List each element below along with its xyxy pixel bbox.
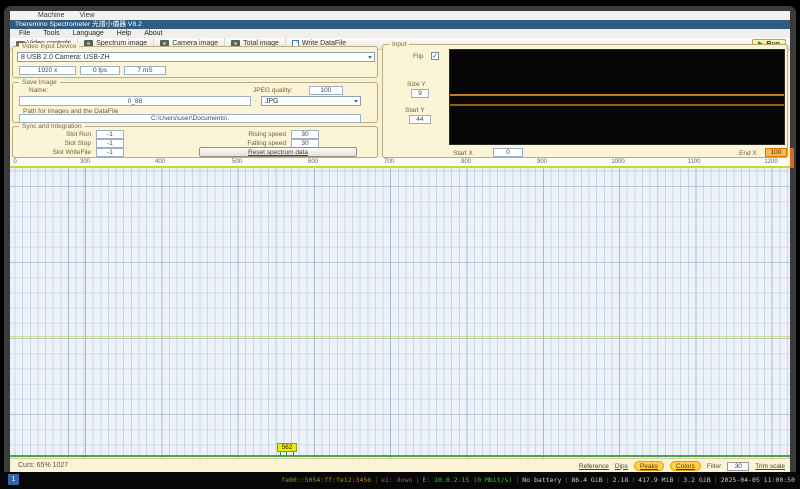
menu-language[interactable]: Language: [73, 30, 104, 37]
sync-group: Sync and Integration Slot Run -1 Rising …: [12, 123, 378, 158]
exposure-field: 7 mS: [124, 66, 166, 75]
dips-button[interactable]: Dips: [615, 463, 628, 470]
video-input-group-title: Video Input Device: [19, 43, 80, 50]
input-group-title: Input: [389, 41, 410, 48]
size-y-label: Size Y: [407, 81, 426, 88]
vm-menu-machine[interactable]: Machine: [38, 12, 64, 19]
ruler-tick: 800: [460, 159, 472, 165]
peak-wavelength-badge: 562: [277, 443, 297, 452]
peak-tick: [286, 452, 287, 456]
jpeg-quality-label: JPEG quality:: [253, 87, 293, 94]
fps-field: 0 fps: [80, 66, 120, 75]
slot-writefile-field[interactable]: -1: [96, 148, 124, 157]
filename-field[interactable]: 0_88: [19, 96, 251, 106]
vm-menu-view[interactable]: View: [79, 12, 94, 19]
video-device-select[interactable]: 8 USB 2.0 Camera: USB-ZH: [17, 52, 375, 62]
slot-writefile-label: Slot WriteFile: [52, 149, 91, 156]
slot-stop-field[interactable]: -1: [96, 139, 124, 148]
slot-stop-label: Slot Stop: [64, 140, 91, 147]
filter-field[interactable]: 30: [727, 461, 750, 471]
menu-file[interactable]: File: [19, 30, 30, 37]
status-eth-down: e1: down: [381, 476, 413, 484]
status-disk: 86.4 GiB: [571, 476, 603, 484]
ruler-tick: 1000: [611, 159, 625, 165]
cursor-readout: Curs: 65% 1027: [18, 462, 69, 469]
save-image-group: Save Image Name: JPEG quality: 100 0_88 …: [12, 79, 378, 123]
spectrum-graph[interactable]: 562: [10, 168, 790, 458]
ruler-tick: 400: [154, 159, 166, 165]
format-value: JPG: [265, 98, 279, 105]
workspace-badge[interactable]: 1: [8, 474, 19, 485]
slot-run-label: Slot Run: [66, 131, 91, 138]
ruler-tick: 700: [383, 159, 395, 165]
falling-speed-label: Falling speed: [247, 140, 286, 147]
status-load: 2.18: [612, 476, 629, 484]
start-x-label: Start X: [453, 150, 473, 157]
reference-button[interactable]: Reference: [579, 463, 609, 470]
end-x-field[interactable]: 100: [765, 148, 787, 157]
video-input-group: Video Input Device 8 USB 2.0 Camera: USB…: [12, 43, 378, 78]
end-x-label: End X: [739, 150, 757, 157]
ruler-tick: 0: [13, 159, 17, 165]
vm-menubar: Machine View: [10, 11, 790, 20]
peak-tick: [293, 452, 294, 456]
rising-speed-label: Rising speed: [248, 131, 286, 138]
reference-level-line: [10, 336, 790, 337]
ruler-tick: 900: [536, 159, 548, 165]
format-select[interactable]: JPG: [261, 96, 361, 106]
input-group: Input Flip Size Y 9 Start Y 44 Start X 0…: [382, 41, 788, 158]
end-x-slider-handle[interactable]: [790, 148, 794, 168]
start-y-field[interactable]: 44: [409, 115, 431, 124]
size-y-field[interactable]: 9: [411, 89, 429, 98]
app-title: Theremino Spectrometer 光譜小儀器 V8.2: [15, 21, 142, 28]
reset-spectrum-button[interactable]: Reset spectrum data: [199, 147, 357, 157]
peak-tick: [280, 452, 281, 456]
resolution-field[interactable]: 1920 x: [19, 66, 76, 75]
status-battery: No battery: [522, 476, 562, 484]
dot-separator: .: [255, 97, 257, 104]
start-x-field[interactable]: 0: [493, 148, 523, 157]
flip-label: Flip: [413, 53, 424, 60]
ruler-tick: 300: [79, 159, 91, 165]
video-device-value: 8 USB 2.0 Camera: USB-ZH: [21, 54, 110, 61]
camera-preview[interactable]: [449, 49, 785, 145]
rising-speed-field[interactable]: 30: [291, 130, 319, 139]
system-status-text: fe80::5054:ff:fe12:3456 | e1: down | E: 10.0…: [281, 476, 795, 484]
app-menubar: File Tools Language Help About: [10, 29, 790, 38]
graph-footer: Curs: 65% 1027 Reference Dips Peaks Colo…: [10, 458, 790, 472]
jpeg-quality-field[interactable]: 100: [309, 86, 343, 95]
ruler-tick: 500: [231, 159, 243, 165]
menu-help[interactable]: Help: [117, 30, 131, 37]
menu-tools[interactable]: Tools: [43, 30, 59, 37]
colors-button[interactable]: Colors: [670, 461, 701, 471]
wavelength-ruler: 0 300 400 500 600 700 800 900 1000 1100 …: [10, 158, 790, 168]
peaks-button[interactable]: Peaks: [633, 461, 665, 471]
flip-checkbox[interactable]: [431, 52, 439, 60]
start-y-label: Start Y: [405, 107, 425, 114]
slot-run-field[interactable]: -1: [96, 130, 124, 139]
name-label: Name:: [29, 87, 49, 94]
save-image-group-title: Save Image: [19, 79, 60, 86]
ruler-tick: 1200: [764, 159, 778, 165]
status-ram: 3.2 GiB: [683, 476, 711, 484]
filter-label: Filter: [706, 462, 722, 470]
trim-scale-button[interactable]: Trim scale: [755, 463, 785, 470]
menu-about[interactable]: About: [144, 30, 162, 37]
spectrum-baseline: [10, 455, 790, 457]
path-field[interactable]: C:\Users\user\Documents\.: [19, 114, 361, 123]
status-datetime: 2025-04-05 11:00:50: [720, 476, 795, 484]
status-ip: E: 10.0.2.15 (0 Mbit/s): [422, 476, 513, 484]
host-statusbar: 1 fe80::5054:ff:fe12:3456 | e1: down | E: 10…: [0, 472, 800, 489]
status-memory: 417.9 MiB: [638, 476, 674, 484]
ruler-tick: 1100: [687, 159, 701, 165]
status-ipv6: fe80::5054:ff:fe12:3456: [281, 476, 372, 484]
app-titlebar: Theremino Spectrometer 光譜小儀器 V8.2: [10, 20, 790, 29]
ruler-tick: 600: [307, 159, 319, 165]
capture-row-selection[interactable]: [450, 94, 784, 106]
sync-group-title: Sync and Integration: [19, 123, 85, 130]
